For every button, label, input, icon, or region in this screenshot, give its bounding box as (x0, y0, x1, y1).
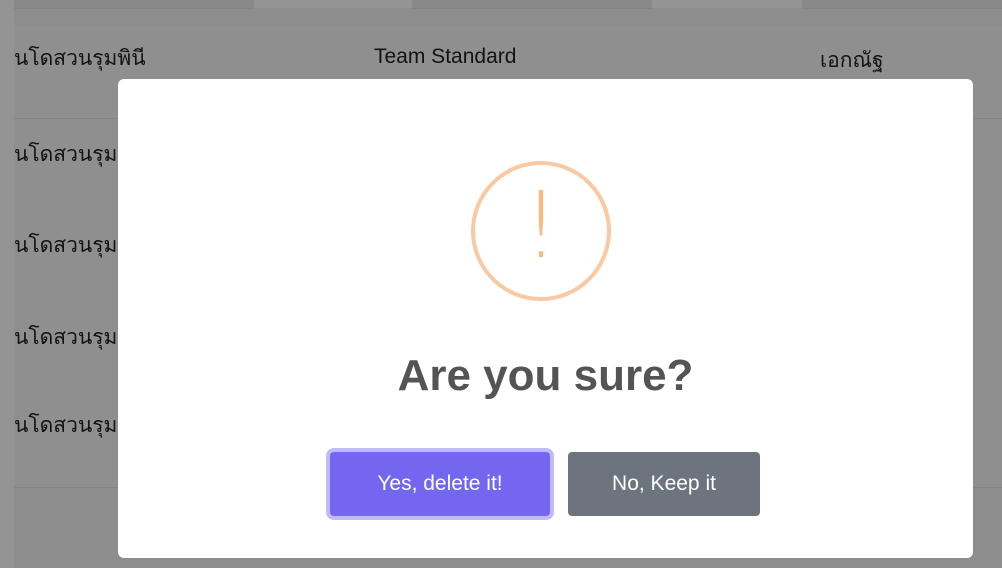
cancel-button[interactable]: No, Keep it (568, 452, 760, 516)
dialog-title: Are you sure? (397, 351, 694, 400)
confirm-delete-button[interactable]: Yes, delete it! (330, 452, 550, 516)
exclamation-mark: ! (522, 172, 560, 279)
warning-icon: ! (471, 161, 611, 301)
confirm-dialog: ! Are you sure? Yes, delete it! No, Keep… (118, 79, 973, 558)
